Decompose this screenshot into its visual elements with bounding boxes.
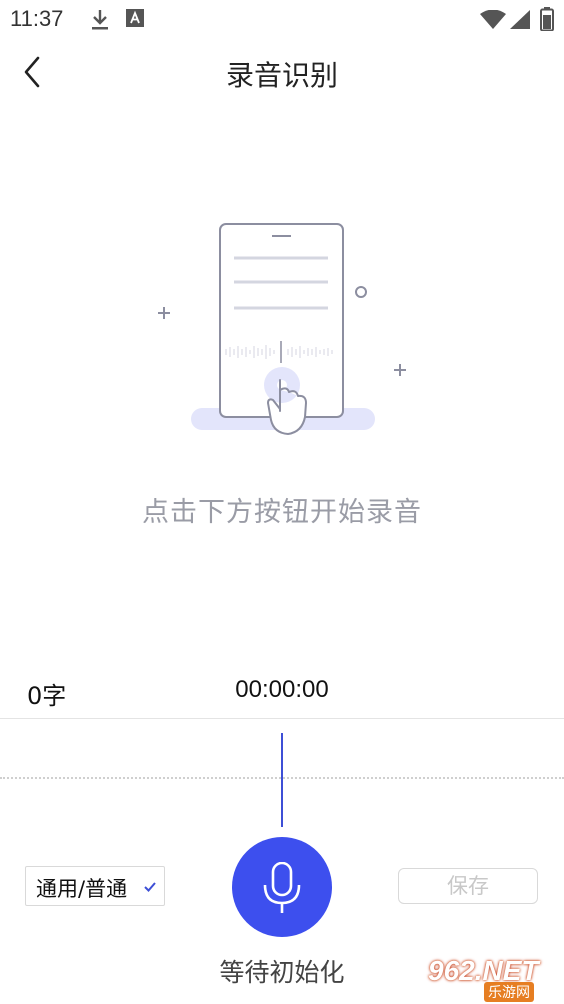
- app-header: 录音识别: [0, 40, 564, 108]
- phone-tap-illustration: [150, 215, 420, 449]
- watermark-logo: 962.NET 乐游网: [424, 955, 558, 1002]
- divider: [0, 718, 564, 719]
- microphone-icon: [263, 862, 301, 913]
- record-button[interactable]: [232, 837, 332, 937]
- save-button[interactable]: 保存: [398, 868, 538, 904]
- recording-timer: 00:00:00: [235, 676, 329, 703]
- signal-icon: [510, 10, 530, 34]
- status-time: 11:37: [10, 6, 64, 31]
- waveform-cursor: [281, 733, 283, 827]
- accessibility-icon: [126, 8, 144, 32]
- download-icon: [90, 8, 110, 36]
- status-bar: 11:37: [0, 0, 564, 40]
- language-label: 通用/普通: [36, 877, 128, 901]
- page-title: 录音识别: [225, 59, 338, 92]
- empty-state-hint: 点击下方按钮开始录音: [142, 497, 422, 528]
- check-icon: [144, 877, 156, 896]
- watermark-sub: 乐游网: [484, 982, 534, 1002]
- language-selector[interactable]: 通用/普通: [25, 866, 165, 906]
- battery-icon: [540, 7, 554, 35]
- wifi-icon: [480, 9, 506, 34]
